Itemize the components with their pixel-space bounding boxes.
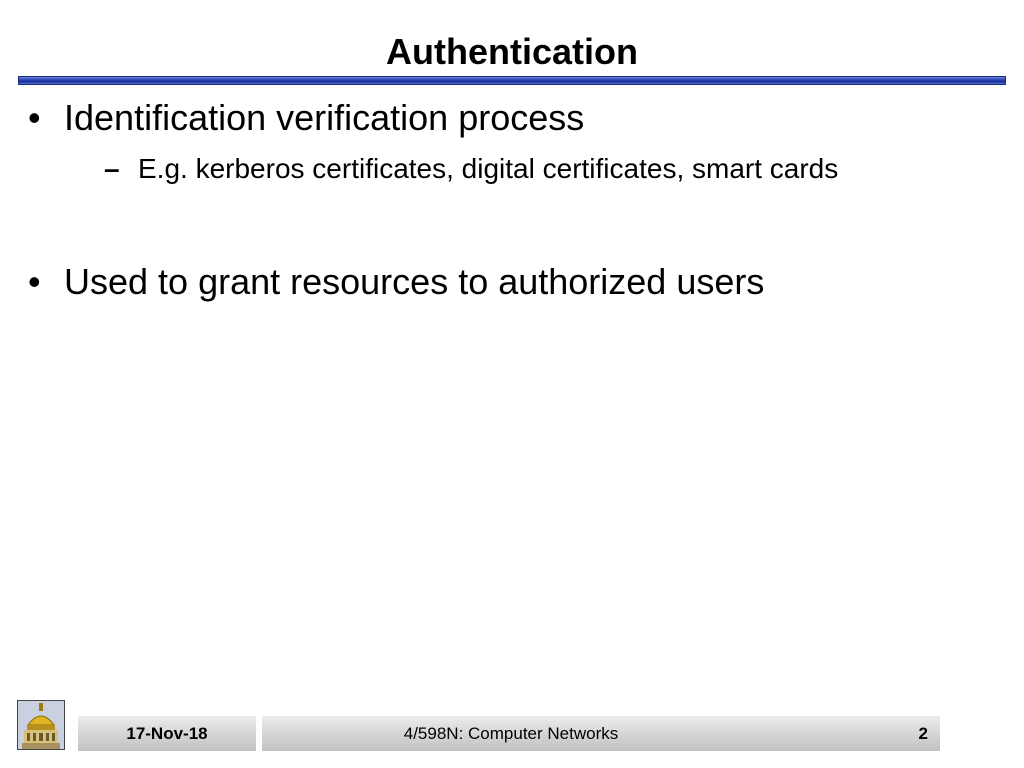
golden-dome-logo-svg [18, 701, 64, 749]
bullet-symbol: • [28, 261, 41, 302]
footer-date: 17-Nov-18 [78, 716, 256, 751]
golden-dome-icon [17, 700, 65, 750]
sub-bullet-item: – E.g. kerberos certificates, digital cer… [104, 152, 838, 186]
bullet-text: Identification verification process [64, 97, 585, 138]
bullet-item: • Used to grant resources to authorized u… [28, 262, 764, 302]
slide: Authentication • Identification verificat… [0, 0, 1024, 768]
bullet-text: Used to grant resources to authorized us… [64, 261, 765, 302]
bullet-item: • Identification verification process [28, 98, 584, 138]
sub-bullet-text: E.g. kerberos certificates, digital cert… [138, 153, 839, 184]
bullet-symbol: • [28, 97, 41, 138]
slide-title: Authentication [386, 31, 638, 72]
footer-page-number: 2 [760, 716, 940, 751]
title-underline-bar [18, 76, 1006, 85]
footer-course-name: 4/598N: Computer Networks [262, 716, 760, 751]
sub-bullet-symbol: – [104, 153, 120, 184]
